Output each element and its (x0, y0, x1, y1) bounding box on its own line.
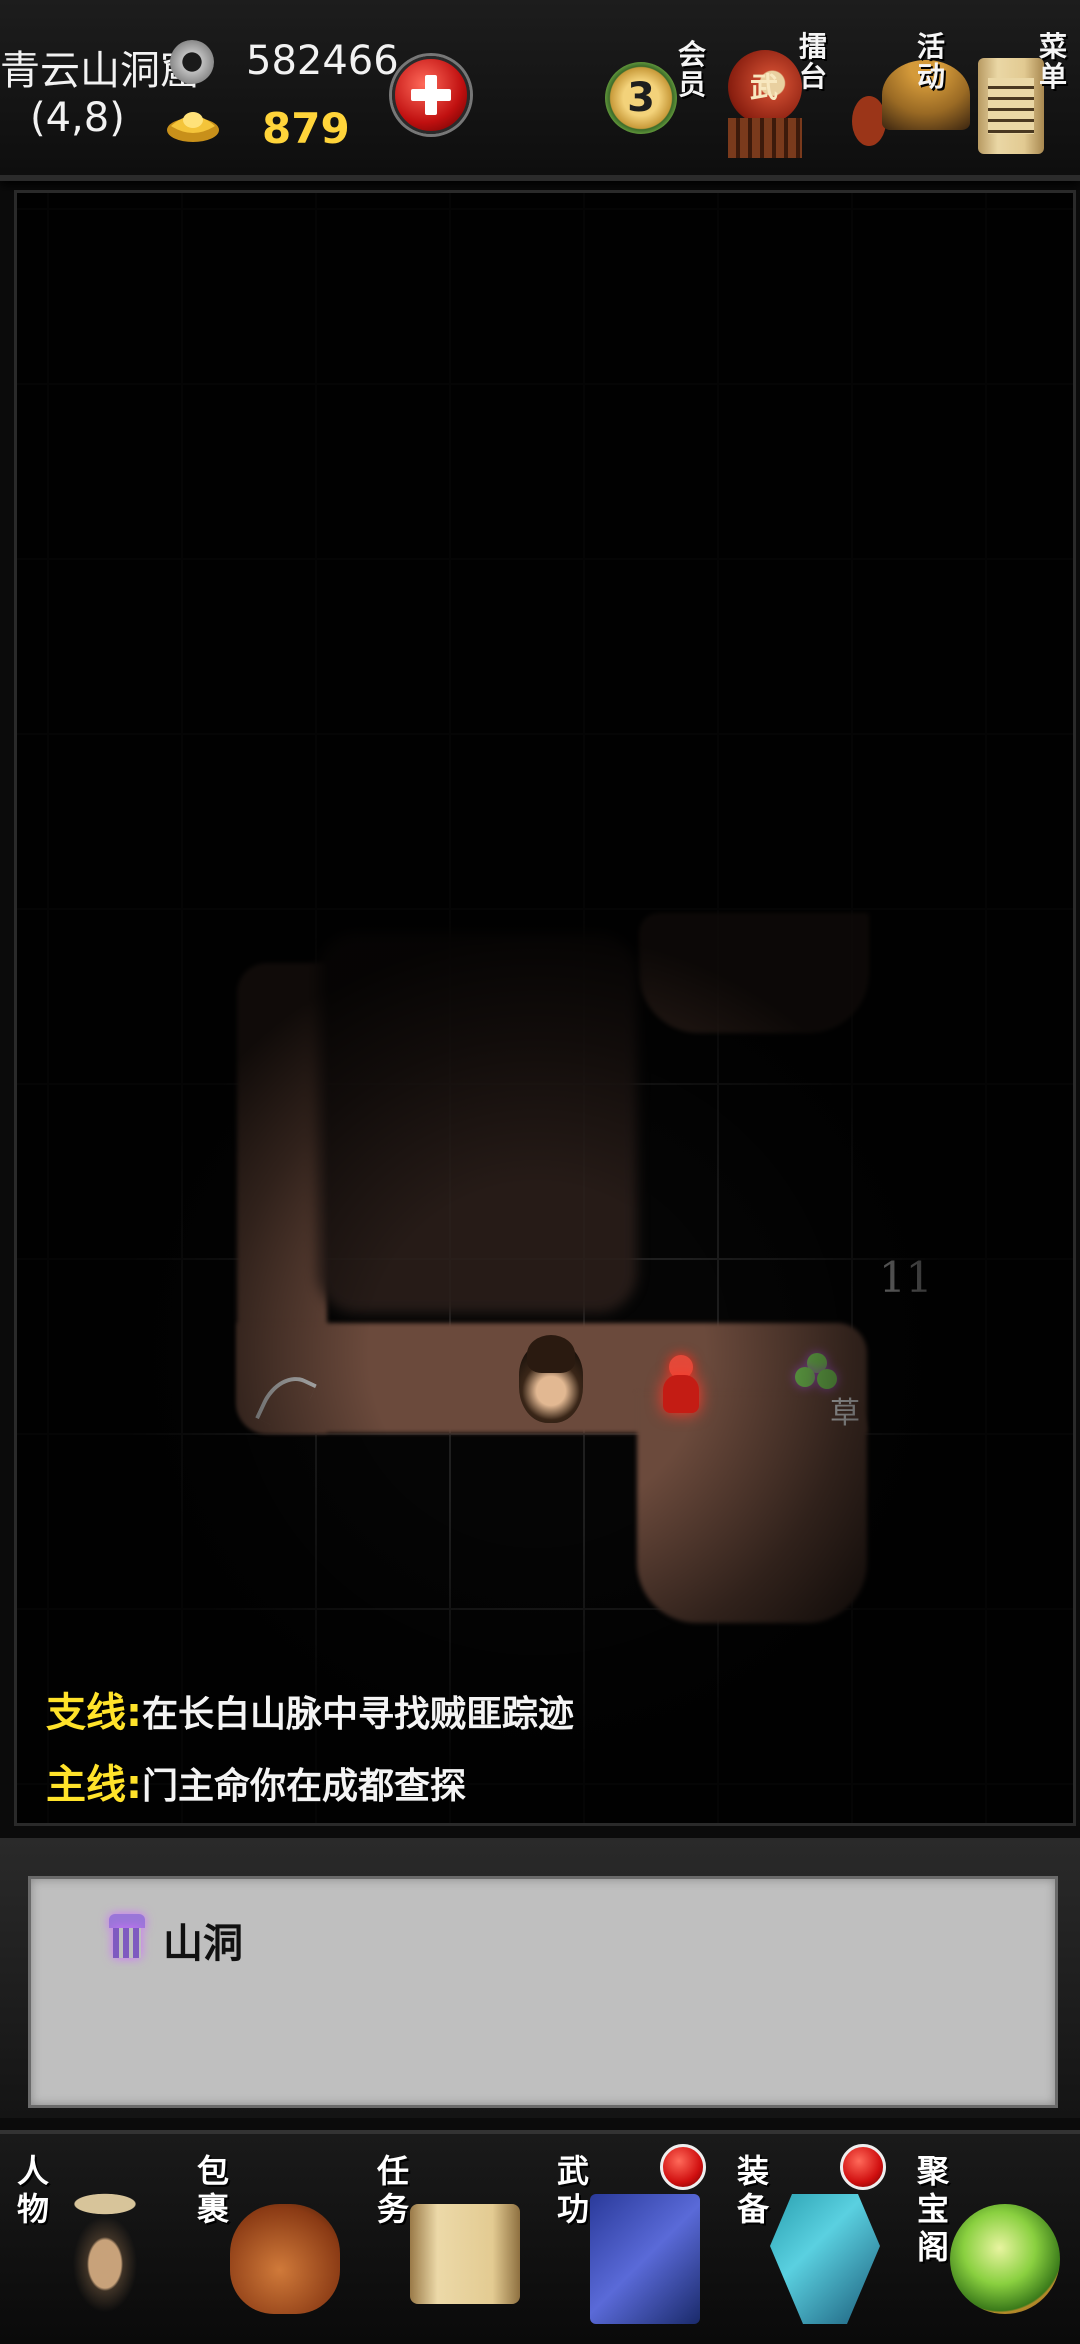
silver-amount: 582466 (246, 38, 399, 84)
arena-label: 擂台 (798, 30, 827, 93)
nav-skill-label: 武功 (556, 2152, 589, 2228)
nav-character[interactable]: 人物 (0, 2144, 180, 2334)
separator: : (126, 1762, 142, 1808)
nav-quest-label: 任务 (376, 2152, 409, 2228)
info-panel: 山洞 (28, 1876, 1058, 2108)
quest-scroll-icon (410, 2204, 520, 2304)
nav-treasure[interactable]: 聚宝阁 (900, 2144, 1080, 2334)
nav-bag[interactable]: 包裹 (180, 2144, 360, 2334)
ingot-icon (167, 112, 219, 142)
step-counter: 11 (879, 1253, 933, 1302)
coin-icon (170, 40, 214, 84)
treasure-orb-icon (950, 2204, 1060, 2314)
enemy-marker[interactable] (661, 1355, 701, 1415)
gold-amount: 879 (262, 104, 350, 153)
gourd-icon (852, 96, 886, 146)
main-quest[interactable]: 主线:门主命你在成都查探 (46, 1752, 466, 1810)
nav-equip[interactable]: 装备 (720, 2144, 900, 2334)
nav-character-label: 人物 (16, 2152, 49, 2228)
nav-quest[interactable]: 任务 (360, 2144, 540, 2334)
event-label: 活动 (916, 30, 945, 93)
player-avatar[interactable] (519, 1335, 583, 1423)
nav-skill[interactable]: 武功 (540, 2144, 720, 2334)
side-quest-tag: 支线 (46, 1690, 126, 1736)
skill-book-icon (590, 2194, 700, 2324)
info-text: 山洞 (163, 1921, 243, 1967)
menu-scroll-icon (978, 58, 1044, 154)
quest-tracker[interactable]: 支线:在长白山脉中寻找贼匪踪迹 主线:门主命你在成都查探 (14, 1660, 1070, 1820)
vip-level: 3 (627, 75, 655, 121)
cave-gate-icon (109, 1914, 145, 1958)
side-quest-text: 在长白山脉中寻找贼匪踪迹 (142, 1694, 575, 1735)
nav-treasure-label: 聚宝阁 (916, 2152, 949, 2266)
arena-drum-char: 武 (750, 71, 779, 104)
arena-stand-icon (728, 118, 802, 158)
top-status-bar: 青云山洞窟 (4,8) 582466 879 3 会员 武 擂台 活动 菜单 (0, 0, 1080, 181)
main-quest-text: 门主命你在成都查探 (142, 1766, 467, 1807)
main-quest-tag: 主线 (46, 1762, 126, 1808)
side-quest[interactable]: 支线:在长白山脉中寻找贼匪踪迹 (46, 1680, 574, 1738)
character-icon (50, 2184, 160, 2314)
vip-button[interactable]: 3 会员 (605, 40, 706, 160)
herb-label: 草 (830, 1396, 860, 1431)
bag-icon (230, 2204, 340, 2314)
notification-badge (840, 2144, 886, 2190)
cave-rock (317, 933, 637, 1313)
notification-badge (660, 2144, 706, 2190)
vip-label: 会员 (677, 38, 706, 101)
nav-bag-label: 包裹 (196, 2152, 229, 2228)
separator: : (126, 1690, 142, 1736)
menu-label: 菜单 (1038, 30, 1067, 93)
equipment-icon (770, 2194, 880, 2324)
location-coords: (4,8) (30, 95, 125, 141)
nav-equip-label: 装备 (736, 2152, 769, 2228)
dungeon-map[interactable]: 草 11 (14, 190, 1076, 1826)
cave-ledge (639, 913, 869, 1033)
recharge-button[interactable] (392, 56, 470, 134)
bottom-nav: 人物 包裹 任务 武功 装备 聚宝阁 (0, 2130, 1080, 2344)
